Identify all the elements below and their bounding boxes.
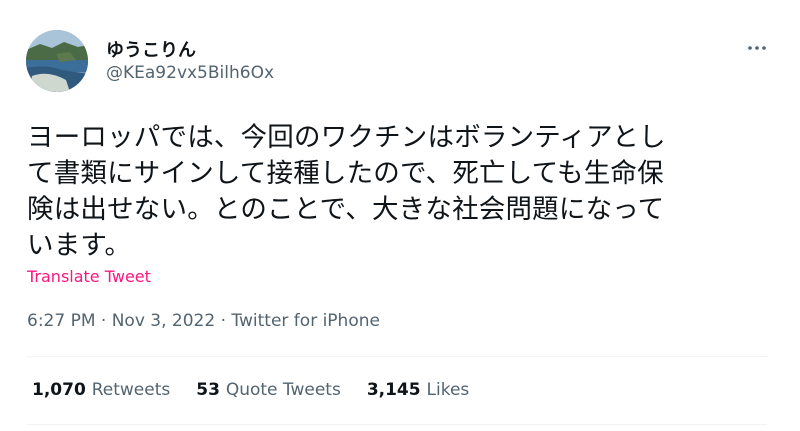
divider bbox=[27, 424, 767, 425]
likes-count: 3,145 bbox=[366, 380, 427, 400]
tweet-text-line: ヨーロッパでは、今回のワクチンはボランティアとし bbox=[27, 122, 666, 153]
quote-tweets-count: 53 bbox=[196, 380, 226, 400]
tweet-source-link[interactable]: Twitter for iPhone bbox=[231, 311, 380, 331]
tweet-time[interactable]: 6:27 PM bbox=[27, 311, 96, 331]
retweets-count: 1,070 bbox=[32, 380, 92, 400]
meta-separator: · bbox=[220, 311, 232, 331]
engagement-stats: 1,070 Retweets 53 Quote Tweets 3,145 Lik… bbox=[32, 380, 495, 400]
more-options-button[interactable] bbox=[740, 36, 774, 60]
tweet-detail: ゆうこりん @KEa92vx5Bilh6Ox ヨーロッパでは、今回のワクチンはボ… bbox=[0, 0, 800, 431]
divider bbox=[27, 356, 767, 357]
avatar-image bbox=[26, 30, 88, 92]
likes-label: Likes bbox=[426, 380, 470, 400]
tweet-date[interactable]: Nov 3, 2022 bbox=[112, 311, 215, 331]
more-horizontal-icon bbox=[748, 46, 766, 50]
avatar[interactable] bbox=[26, 30, 88, 92]
tweet-text-line: 険は出せない。とのことで、大きな社会問題になって bbox=[27, 194, 665, 225]
quote-tweets-stat[interactable]: 53 Quote Tweets bbox=[196, 380, 341, 400]
tweet-text-line: て書類にサインして接種したので、死亡しても生命保 bbox=[27, 158, 664, 189]
author-handle[interactable]: @KEa92vx5Bilh6Ox bbox=[106, 63, 274, 83]
tweet-text-line: います。 bbox=[27, 230, 132, 261]
quote-tweets-label: Quote Tweets bbox=[225, 380, 341, 400]
likes-stat[interactable]: 3,145 Likes bbox=[367, 380, 469, 400]
meta-separator: · bbox=[100, 311, 112, 331]
author-display-name[interactable]: ゆうこりん bbox=[106, 36, 196, 62]
translate-tweet-link[interactable]: Translate Tweet bbox=[27, 267, 151, 286]
retweets-label: Retweets bbox=[91, 380, 171, 400]
tweet-text: ヨーロッパでは、今回のワクチンはボランティアとし て書類にサインして接種したので… bbox=[27, 120, 772, 264]
tweet-metadata: 6:27 PM · Nov 3, 2022 · Twitter for iPho… bbox=[27, 311, 380, 331]
retweets-stat[interactable]: 1,070 Retweets bbox=[32, 380, 170, 400]
